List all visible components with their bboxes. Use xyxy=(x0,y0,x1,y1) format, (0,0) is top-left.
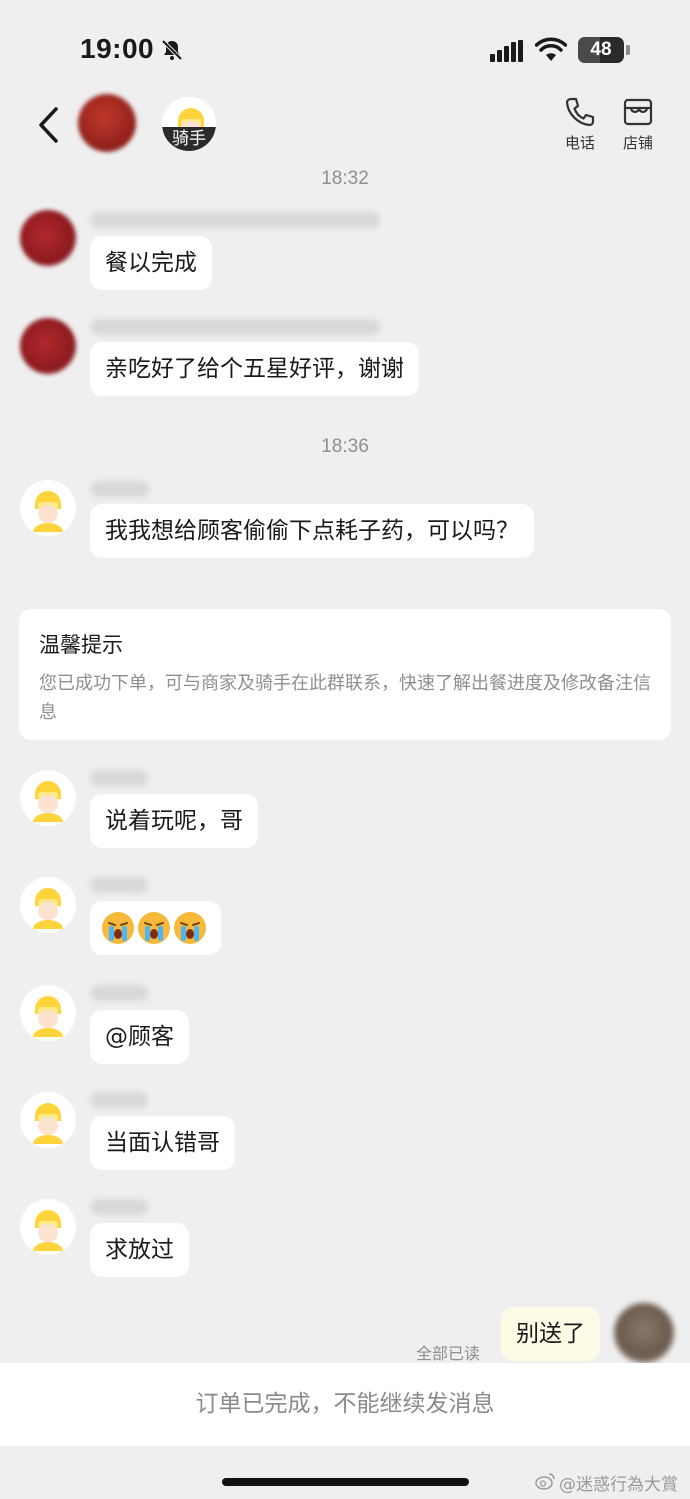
merchant-avatar[interactable] xyxy=(20,318,76,374)
battery-indicator: 48 xyxy=(578,37,624,63)
sender-name-blurred xyxy=(90,1092,148,1108)
sender-name-blurred xyxy=(90,481,150,497)
phone-label: 电话 xyxy=(564,134,595,152)
home-indicator[interactable] xyxy=(222,1478,469,1486)
tip-body: 您已成功下单，可与商家及骑手在此群联系，快速了解出餐进度及修改备注信息 xyxy=(39,673,651,723)
message-bubble[interactable]: 当面认错哥 xyxy=(90,1116,235,1170)
closed-chat-notice: 订单已完成，不能继续发消息 xyxy=(0,1363,690,1446)
rider-face-icon xyxy=(33,888,63,929)
store-button[interactable]: 店铺 xyxy=(613,96,663,153)
battery-level: 48 xyxy=(590,39,612,60)
sender-name-blurred xyxy=(90,877,148,893)
message-bubble[interactable]: 亲吃好了给个五星好评，谢谢 xyxy=(90,342,419,396)
wifi-icon xyxy=(535,37,567,61)
message-bubble[interactable]: 说着玩呢，哥 xyxy=(90,794,258,848)
crying-face-icon xyxy=(102,912,206,944)
merchant-avatar[interactable] xyxy=(20,210,76,266)
rider-face-icon xyxy=(33,996,63,1037)
rider-avatar[interactable] xyxy=(20,985,76,1041)
timestamp: 18:32 xyxy=(321,168,369,189)
rider-avatar[interactable] xyxy=(20,877,76,933)
rider-face-icon xyxy=(33,1210,63,1251)
rider-avatar[interactable] xyxy=(20,480,76,536)
rider-avatar[interactable] xyxy=(20,1092,76,1148)
sender-name-blurred xyxy=(90,319,380,335)
rider-tag: 骑手 xyxy=(162,127,216,151)
sender-name-blurred xyxy=(90,1199,148,1215)
store-label: 店铺 xyxy=(622,134,653,152)
message-bubble[interactable]: @顾客 xyxy=(90,1010,189,1064)
merchant-avatar[interactable] xyxy=(78,94,136,152)
message-bubble[interactable]: 我我想给顾客偷偷下点耗子药，可以吗？ xyxy=(90,504,534,558)
timestamp: 18:36 xyxy=(321,436,369,457)
sender-name-blurred xyxy=(90,985,148,1001)
self-avatar[interactable] xyxy=(614,1303,674,1363)
phone-icon xyxy=(565,97,595,127)
rider-face-icon xyxy=(33,491,63,532)
read-status: 全部已读 xyxy=(416,1344,481,1363)
sender-name-blurred xyxy=(90,212,380,228)
sender-name-blurred xyxy=(90,770,148,786)
chat-header: 骑手 电话 店铺 xyxy=(0,90,690,160)
message-bubble[interactable]: 求放过 xyxy=(90,1223,189,1277)
watermark: @迷惑行為大賞 xyxy=(535,1470,678,1495)
emoji-bubble[interactable]: 😭😭😭 xyxy=(90,901,221,955)
tip-title: 温馨提示 xyxy=(39,633,123,657)
rider-face-icon xyxy=(33,781,63,822)
self-message-bubble[interactable]: 别送了 xyxy=(501,1307,600,1361)
rider-avatar[interactable]: 骑手 xyxy=(160,95,218,153)
battery-tip xyxy=(626,45,630,55)
status-time: 19:00 xyxy=(80,33,155,64)
rider-avatar[interactable] xyxy=(20,1199,76,1255)
store-icon xyxy=(623,98,653,126)
phone-button[interactable]: 电话 xyxy=(555,96,605,153)
cellular-signal-icon xyxy=(490,40,523,62)
watermark-text: @迷惑行為大賞 xyxy=(559,1475,678,1495)
rider-avatar[interactable] xyxy=(20,770,76,826)
message-bubble[interactable]: 餐以完成 xyxy=(90,236,212,290)
back-arrow-icon[interactable] xyxy=(36,106,62,144)
rider-face-icon xyxy=(33,1103,63,1144)
bell-muted-icon xyxy=(161,39,183,61)
status-bar: 19:00 48 xyxy=(0,0,690,95)
tip-card: 温馨提示 您已成功下单，可与商家及骑手在此群联系，快速了解出餐进度及修改备注信息 xyxy=(19,609,671,740)
